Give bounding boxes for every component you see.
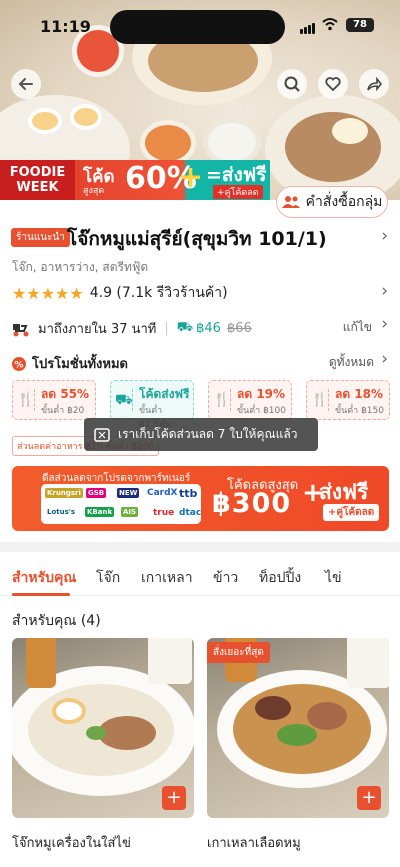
svg-text:%: % xyxy=(14,360,23,370)
heart-icon xyxy=(325,77,341,92)
partner-logo: CardX xyxy=(147,488,178,498)
see-all-promotions-link[interactable]: ดูทั้งหมด xyxy=(329,353,374,372)
ticket-icon xyxy=(94,427,110,442)
plus-icon: + xyxy=(178,160,204,195)
rating-row[interactable]: ★★★★★ 4.9 (7.1k รีวิวร้านค้า) xyxy=(12,282,228,304)
coupon-collected-toast: เราเก็บโค้ดส่วนลด 7 ใบให้คุณแล้ว xyxy=(84,418,318,451)
battery-icon: 78 xyxy=(346,18,374,32)
tab-congee[interactable]: โจ๊ก xyxy=(96,567,120,589)
product-name[interactable]: โจ๊กหมูเครื่องในใส่ไข่ xyxy=(12,832,131,853)
group-icon xyxy=(281,196,300,208)
coupon-min: ขั้นต่ำ ฿20 xyxy=(41,406,85,416)
rating-text: 4.9 (7.1k รีวิวร้านค้า) xyxy=(89,285,228,301)
coupon-title: โค้ดส่งฟรี xyxy=(139,387,190,401)
chevron-right-icon[interactable]: › xyxy=(381,226,388,246)
shop-categories: โจ๊ก, อาหารว่าง, สตรีทฟู้ด xyxy=(12,260,149,274)
chevron-right-icon[interactable]: › xyxy=(381,314,388,334)
tab-kaolao[interactable]: เกาเหลา xyxy=(141,567,193,589)
coupon-title: ลด 55% xyxy=(41,387,90,401)
partner-logo: GSB xyxy=(86,488,107,498)
partner-deal-banner[interactable]: ดีลส่วนลดจากโปรดจากพาร์ทเนอร์ Krungsri G… xyxy=(12,466,389,531)
partner-logo: ttb xyxy=(179,487,198,500)
delivery-fee-icon: ⛟ xyxy=(176,320,194,335)
coupon-min: ขั้นต่ำ ฿150 xyxy=(335,406,384,416)
product-name[interactable]: เกาเหลาเลือดหมู xyxy=(207,832,301,853)
promo-max-label: สูงสุด xyxy=(83,186,105,196)
wifi-icon xyxy=(322,18,338,31)
partner-logo: true xyxy=(153,508,175,518)
tab-for-you[interactable]: สำหรับคุณ xyxy=(12,567,76,589)
coupon-title: ลด 19% xyxy=(237,387,286,401)
share-icon xyxy=(367,76,383,92)
tab-topping[interactable]: ท็อปปิ้ง xyxy=(259,567,301,589)
promo-free-sub: +คู่โค้ดลด xyxy=(213,185,263,199)
banner-amount: ฿300 xyxy=(212,488,292,519)
arrow-left-icon xyxy=(18,78,33,90)
partner-logo: AIS xyxy=(121,507,139,517)
partner-logo: KBank xyxy=(85,507,115,517)
coupon-card[interactable]: 🍴 ลด 19% ขั้นต่ำ ฿100 xyxy=(208,380,292,420)
toast-text: เราเก็บโค้ดส่วนลด 7 ใบให้คุณแล้ว xyxy=(118,427,298,441)
shop-name[interactable]: โจ๊กหมูแม่สุรีย์(สุขุมวิท 101/1) xyxy=(67,224,327,254)
coupon-card[interactable]: ⛟ โค้ดส่งฟรี ขั้นต่ำ ฿1.5พัน xyxy=(110,380,194,430)
category-tabs: สำหรับคุณ โจ๊ก เกาเหลา ข้าว ท็อปปิ้ง ไข่ xyxy=(0,556,400,596)
section-divider xyxy=(0,542,400,552)
delivery-row: มาถึงภายใน 37 นาที | ⛟ ฿46 ฿66 xyxy=(12,318,252,339)
active-tab-indicator xyxy=(12,593,70,596)
product-card[interactable]: สั่งเยอะที่สุด + xyxy=(207,638,389,818)
star-rating-icon: ★★★★★ xyxy=(12,283,84,303)
fork-knife-icon: 🍴 xyxy=(311,389,329,411)
recommended-tag: ร้านแนะนำ xyxy=(11,228,70,247)
coupon-title: ลด 18% xyxy=(335,387,384,401)
add-to-cart-button[interactable]: + xyxy=(162,786,186,810)
group-order-button[interactable]: คำสั่งซื้อกลุ่ม xyxy=(276,186,388,218)
partner-logo: Lotus's xyxy=(47,508,76,516)
week-label: WEEK xyxy=(16,180,59,195)
add-to-cart-button[interactable]: + xyxy=(357,786,381,810)
change-address-link[interactable]: แก้ไข xyxy=(343,318,372,337)
partner-logo: Krungsri xyxy=(45,488,83,498)
divider: | xyxy=(164,321,169,336)
fork-knife-icon: 🍴 xyxy=(17,389,35,411)
chevron-right-icon[interactable]: › xyxy=(381,281,388,301)
dynamic-island xyxy=(110,10,285,44)
product-card[interactable]: + xyxy=(12,638,194,818)
favorite-button[interactable] xyxy=(318,69,348,99)
signal-icon xyxy=(300,19,316,38)
section-title: สำหรับคุณ (4) xyxy=(12,613,101,629)
fork-knife-icon: 🍴 xyxy=(213,389,231,411)
partner-logo: dtac xyxy=(179,508,202,518)
banner-free-sub: +คู่โค้ดลด xyxy=(323,504,380,521)
coupon-card[interactable]: 🍴 ลด 18% ขั้นต่ำ ฿150 xyxy=(306,380,390,420)
hero-promo-strip: โค้ด สูงสุด 60% + =ส่งฟรี +คู่โค้ดลด xyxy=(75,160,270,200)
scooter-icon xyxy=(13,323,29,336)
coupon-card[interactable]: 🍴 ลด 55% ขั้นต่ำ ฿20 xyxy=(12,380,96,420)
partner-logos: Krungsri GSB NEW CardX ttb Lotus's KBank… xyxy=(41,484,201,524)
truck-icon: ⛟ xyxy=(115,389,133,411)
foodie-week-badge: FOODIE WEEK xyxy=(0,160,75,200)
clock: 11:19 xyxy=(40,17,91,36)
share-button[interactable] xyxy=(359,69,389,99)
most-ordered-badge: สั่งเยอะที่สุด xyxy=(207,642,270,663)
group-order-label: คำสั่งซื้อกลุ่ม xyxy=(305,194,383,210)
search-icon xyxy=(284,76,300,92)
partner-logo: NEW xyxy=(117,488,140,498)
delivery-time: มาถึงภายใน 37 นาที xyxy=(38,322,157,337)
tab-egg[interactable]: ไข่ xyxy=(325,567,342,589)
status-bar: 11:19 78 xyxy=(0,0,400,44)
foodie-label: FOODIE xyxy=(9,165,66,180)
promotions-title: % โปรโมชั่นทั้งหมด xyxy=(12,353,128,374)
back-button[interactable] xyxy=(11,69,41,99)
search-button[interactable] xyxy=(277,69,307,99)
promotions-title-label: โปรโมชั่นทั้งหมด xyxy=(32,357,128,372)
coupon-min: ขั้นต่ำ ฿100 xyxy=(237,406,286,416)
chevron-right-icon[interactable]: › xyxy=(381,349,388,369)
discount-icon: % xyxy=(12,356,26,371)
delivery-fee-old: ฿66 xyxy=(226,321,252,336)
tab-rice[interactable]: ข้าว xyxy=(213,567,238,589)
delivery-fee: ฿46 xyxy=(196,321,221,336)
